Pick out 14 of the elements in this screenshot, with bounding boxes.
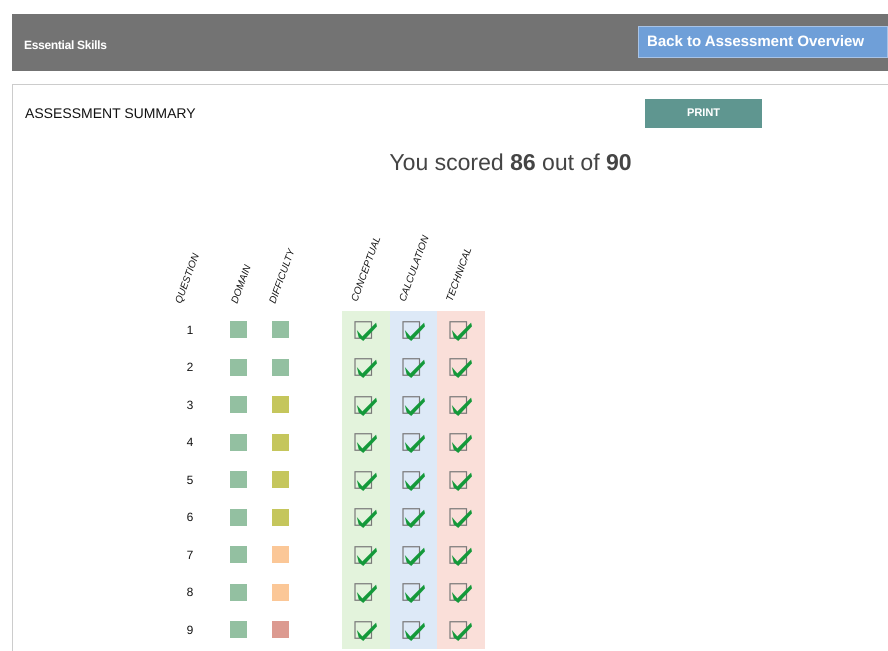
question-number: 1 bbox=[186, 322, 194, 337]
question-number: 9 bbox=[186, 622, 194, 637]
app-title: Essential Skills bbox=[24, 38, 107, 52]
question-number: 8 bbox=[186, 585, 194, 600]
score-text: You scored 86 out of 90 bbox=[389, 149, 632, 175]
question-number: 6 bbox=[186, 510, 194, 524]
question-number: 4 bbox=[186, 435, 194, 450]
question-number: 2 bbox=[186, 360, 194, 374]
question-number: 5 bbox=[186, 472, 194, 487]
question-number: 7 bbox=[186, 548, 194, 562]
print-button[interactable]: PRINT bbox=[645, 98, 762, 128]
back-button[interactable]: Back to Assessment Overview bbox=[638, 26, 888, 58]
question-number: 3 bbox=[186, 398, 194, 412]
summary-title: ASSESSMENT SUMMARY bbox=[25, 105, 197, 121]
